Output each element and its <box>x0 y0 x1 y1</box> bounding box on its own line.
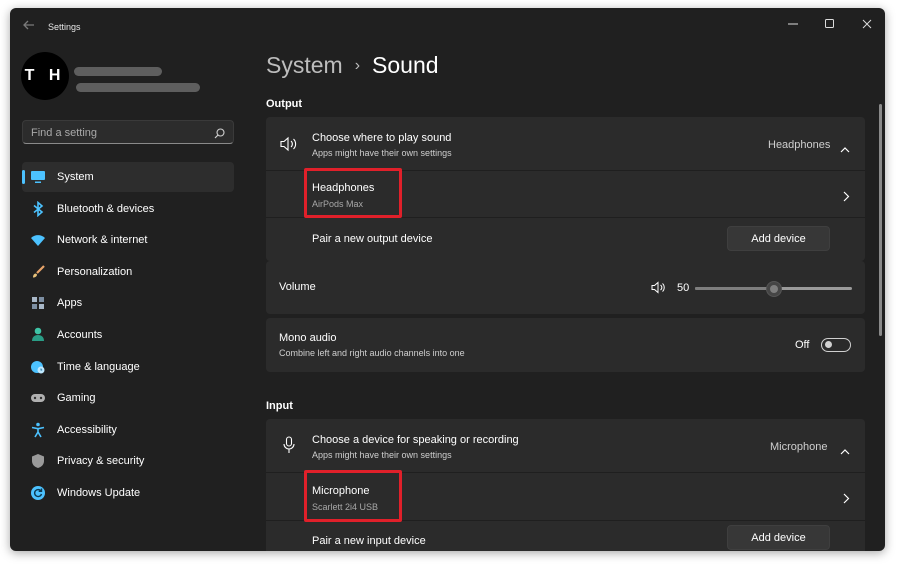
sidebar-item-label: Apps <box>57 297 83 310</box>
sidebar-item-gaming[interactable]: Gaming <box>22 383 234 413</box>
volume-value: 50 <box>677 282 690 294</box>
speaker-icon <box>280 136 298 157</box>
minimize-button[interactable] <box>778 14 808 34</box>
sidebar-item-label: Accounts <box>57 328 103 341</box>
sidebar-item-label: Gaming <box>57 392 96 405</box>
mono-audio-card: Mono audio Combine left and right audio … <box>266 318 865 372</box>
profile-name-redacted <box>74 67 162 76</box>
chevron-up-icon[interactable] <box>840 442 850 460</box>
gamepad-icon <box>30 390 46 406</box>
choose-input-subtitle: Apps might have their own settings <box>312 450 452 460</box>
choose-output-title: Choose where to play sound <box>312 132 452 144</box>
maximize-button[interactable] <box>815 14 845 34</box>
mono-audio-toggle[interactable] <box>821 338 851 352</box>
sidebar-item-time-language[interactable]: Time & language <box>22 352 234 382</box>
selected-input-value: Microphone <box>770 441 828 453</box>
choose-output-subtitle: Apps might have their own settings <box>312 148 452 158</box>
close-icon <box>862 19 872 29</box>
profile-email-redacted <box>76 83 200 92</box>
highlight-box <box>304 470 402 522</box>
sidebar-item-label: Network & internet <box>57 234 148 247</box>
volume-slider-fill <box>695 287 774 290</box>
scrollbar[interactable] <box>879 104 882 336</box>
mono-audio-title: Mono audio <box>279 332 337 344</box>
brush-icon <box>30 264 46 280</box>
avatar[interactable]: T H <box>21 52 69 100</box>
sidebar-item-bluetooth[interactable]: Bluetooth & devices <box>22 194 234 224</box>
volume-label: Volume <box>279 281 316 293</box>
sidebar-item-label: Privacy & security <box>57 455 145 468</box>
maximize-icon <box>825 19 834 28</box>
highlight-box <box>304 168 402 218</box>
sidebar-item-privacy-security[interactable]: Privacy & security <box>22 446 234 476</box>
chevron-up-icon[interactable] <box>840 140 850 158</box>
back-arrow-icon[interactable] <box>22 18 38 34</box>
choose-input-title: Choose a device for speaking or recordin… <box>312 434 519 446</box>
account-icon <box>30 327 46 343</box>
sidebar-item-label: Personalization <box>57 265 133 278</box>
accessibility-icon <box>30 422 46 438</box>
pair-output-row: Pair a new output device Add device <box>266 218 865 261</box>
search-input[interactable] <box>29 124 203 142</box>
volume-icon[interactable] <box>651 281 666 299</box>
selected-output-value: Headphones <box>768 139 831 151</box>
output-section-label: Output <box>266 98 303 110</box>
minimize-icon <box>788 23 798 25</box>
sidebar-item-windows-update[interactable]: Windows Update <box>22 478 234 508</box>
search-icon[interactable] <box>214 126 225 144</box>
chevron-right-icon[interactable] <box>843 189 850 207</box>
bluetooth-icon <box>30 200 46 217</box>
settings-window: Settings T H System <box>10 8 885 551</box>
globe-clock-icon <box>30 359 46 375</box>
system-icon <box>30 169 46 185</box>
sidebar-item-label: Time & language <box>57 360 140 373</box>
input-section-label: Input <box>266 400 293 412</box>
update-icon <box>30 485 46 501</box>
sidebar-item-accounts[interactable]: Accounts <box>22 320 234 350</box>
sidebar-item-label: Accessibility <box>57 423 117 436</box>
sidebar-item-apps[interactable]: Apps <box>22 288 234 318</box>
mono-audio-subtitle: Combine left and right audio channels in… <box>279 348 465 358</box>
pair-input-row: Pair a new input device Add device <box>266 521 865 551</box>
app-title: Settings <box>48 22 81 32</box>
pair-output-label: Pair a new output device <box>312 233 433 245</box>
choose-output-row[interactable]: Choose where to play sound Apps might ha… <box>266 117 865 170</box>
add-output-device-button[interactable]: Add device <box>727 226 830 251</box>
sidebar-item-label: Windows Update <box>57 486 141 499</box>
apps-icon <box>30 295 46 311</box>
mono-audio-state: Off <box>795 339 810 351</box>
search-box[interactable] <box>22 120 234 144</box>
close-button[interactable] <box>852 14 882 34</box>
volume-slider-thumb[interactable] <box>765 281 782 297</box>
sidebar-item-system[interactable]: System <box>22 162 234 192</box>
sidebar-item-label: System <box>57 171 94 183</box>
toggle-knob <box>825 341 832 348</box>
breadcrumb-parent[interactable]: System <box>266 52 343 79</box>
title-bar: Settings <box>10 8 885 44</box>
add-input-device-button[interactable]: Add device <box>727 525 830 550</box>
active-indicator <box>22 170 25 184</box>
wifi-icon <box>30 232 46 248</box>
sidebar-item-personalization[interactable]: Personalization <box>22 257 234 287</box>
breadcrumb-separator: › <box>354 56 361 74</box>
shield-icon <box>30 453 46 469</box>
chevron-right-icon[interactable] <box>843 491 850 509</box>
volume-card: Volume 50 <box>266 261 865 314</box>
microphone-icon <box>283 436 295 459</box>
sidebar-nav: System Bluetooth & devices Network & int… <box>22 162 234 510</box>
choose-input-row[interactable]: Choose a device for speaking or recordin… <box>266 419 865 472</box>
sidebar-item-accessibility[interactable]: Accessibility <box>22 415 234 445</box>
pair-input-label: Pair a new input device <box>312 535 426 547</box>
breadcrumb: System › Sound <box>266 52 439 79</box>
sidebar-item-label: Bluetooth & devices <box>57 202 155 215</box>
page-title: Sound <box>372 52 439 78</box>
sidebar-item-network[interactable]: Network & internet <box>22 225 234 255</box>
